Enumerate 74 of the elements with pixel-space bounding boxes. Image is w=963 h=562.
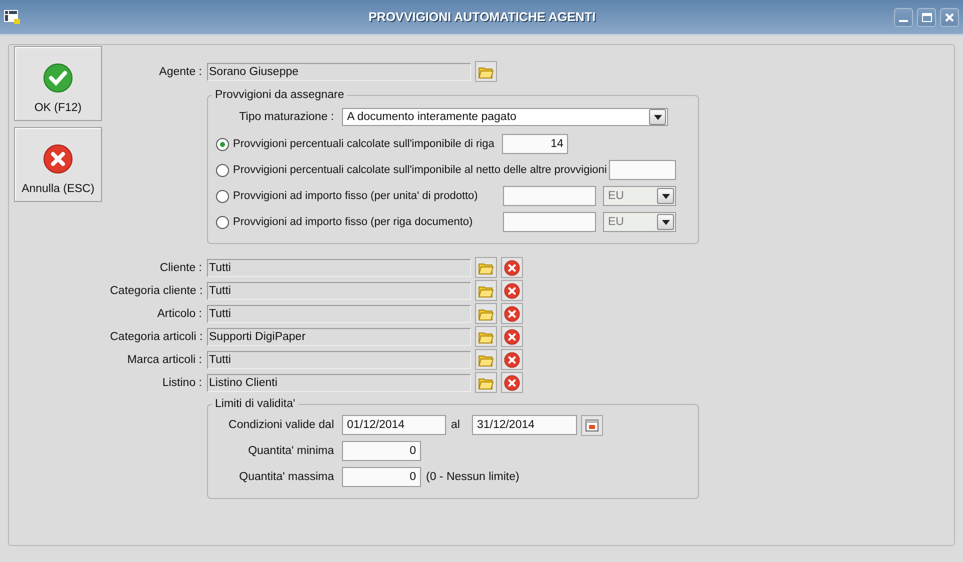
caret-icon	[662, 194, 670, 198]
delete-icon	[504, 260, 520, 276]
folder-icon	[478, 64, 494, 78]
folder-icon	[478, 284, 494, 298]
filter-label: Marca articoli :	[126, 354, 203, 366]
amount-field[interactable]	[503, 186, 596, 206]
filter-label: Categoria articoli :	[110, 330, 204, 342]
radio-button[interactable]	[216, 138, 229, 150]
to-label: al	[451, 419, 460, 431]
filter-field: Listino Clienti	[207, 374, 471, 392]
delete-icon	[504, 352, 520, 368]
filter-label: Listino :	[161, 376, 203, 388]
option-label: Provvigioni percentuali calcolate sull'imponibile di riga	[233, 138, 494, 150]
ok-button[interactable]: OK (F12)	[14, 46, 102, 121]
delete-icon	[504, 306, 520, 322]
filter-field: Tutti	[207, 258, 471, 276]
filter-field: Tutti	[207, 304, 471, 322]
delete-icon	[504, 374, 520, 390]
folder-icon	[478, 260, 494, 274]
max-quantity-field[interactable]: 0	[342, 467, 421, 487]
filter-field: Tutti	[207, 282, 471, 300]
folder-icon	[478, 330, 494, 344]
min-quantity-field[interactable]: 0	[342, 441, 421, 461]
filter-field: Tutti	[207, 350, 471, 368]
from-date-field[interactable]: 01/12/2014	[342, 415, 446, 435]
cancel-icon	[43, 144, 73, 174]
clear-button[interactable]	[501, 372, 523, 393]
radio-button[interactable]	[216, 164, 229, 176]
clear-button[interactable]	[501, 257, 523, 278]
app-icon	[4, 10, 20, 24]
agent-field: Sorano Giuseppe	[207, 62, 471, 80]
option-label: Provvigioni ad importo fisso (per unita' di prodotto)	[233, 190, 478, 202]
filter-label: Categoria cliente :	[110, 284, 204, 296]
folder-icon	[478, 352, 494, 366]
maximize-button[interactable]	[917, 8, 936, 26]
value-field[interactable]	[609, 160, 676, 180]
to-date-field[interactable]: 31/12/2014	[472, 415, 577, 435]
minimize-button[interactable]	[894, 8, 913, 26]
group-title: Limiti di validita'	[214, 398, 296, 410]
option-label: Provvigioni percentuali calcolate sull'imponibile al netto delle altre provvigioni	[233, 164, 607, 176]
window-title: PROVVIGIONI AUTOMATICHE AGENTI	[367, 10, 597, 24]
close-icon	[945, 12, 954, 22]
delete-icon	[504, 328, 520, 344]
folder-icon	[478, 376, 494, 390]
filter-field: Supporti DigiPaper	[207, 328, 471, 346]
close-button[interactable]	[940, 8, 959, 26]
calendar-button[interactable]	[580, 414, 603, 436]
clear-button[interactable]	[501, 349, 523, 370]
delete-icon	[504, 282, 520, 298]
minimize-icon	[899, 20, 908, 22]
calendar-icon	[584, 418, 599, 432]
value-field[interactable]: 14	[502, 134, 568, 154]
amount-field[interactable]	[503, 212, 596, 232]
max-label: Quantita' massima	[238, 471, 335, 483]
caret-icon	[662, 220, 670, 224]
clear-button[interactable]	[501, 280, 523, 301]
folder-icon	[478, 306, 494, 320]
maximize-icon	[922, 12, 932, 22]
from-label: Condizioni valide dal	[228, 419, 335, 431]
type-label: Tipo maturazione :	[238, 111, 335, 123]
caret-icon	[654, 114, 662, 120]
group-title: Provvigioni da assegnare	[214, 89, 346, 101]
agent-label: Agente :	[158, 66, 203, 78]
check-icon	[43, 63, 73, 93]
filter-label: Articolo :	[156, 308, 203, 320]
filter-label: Cliente :	[158, 262, 203, 274]
hint-text: (0 - Nessun limite)	[426, 471, 520, 483]
option-label: Provvigioni ad importo fisso (per riga documento)	[233, 216, 473, 228]
min-label: Quantita' minima	[247, 445, 335, 457]
cancel-button[interactable]: Annulla (ESC)	[14, 127, 102, 202]
type-dropdown[interactable]: A documento interamente pagato	[342, 108, 668, 126]
clear-button[interactable]	[501, 326, 523, 347]
clear-button[interactable]	[501, 303, 523, 324]
browse-button[interactable]	[475, 61, 497, 82]
